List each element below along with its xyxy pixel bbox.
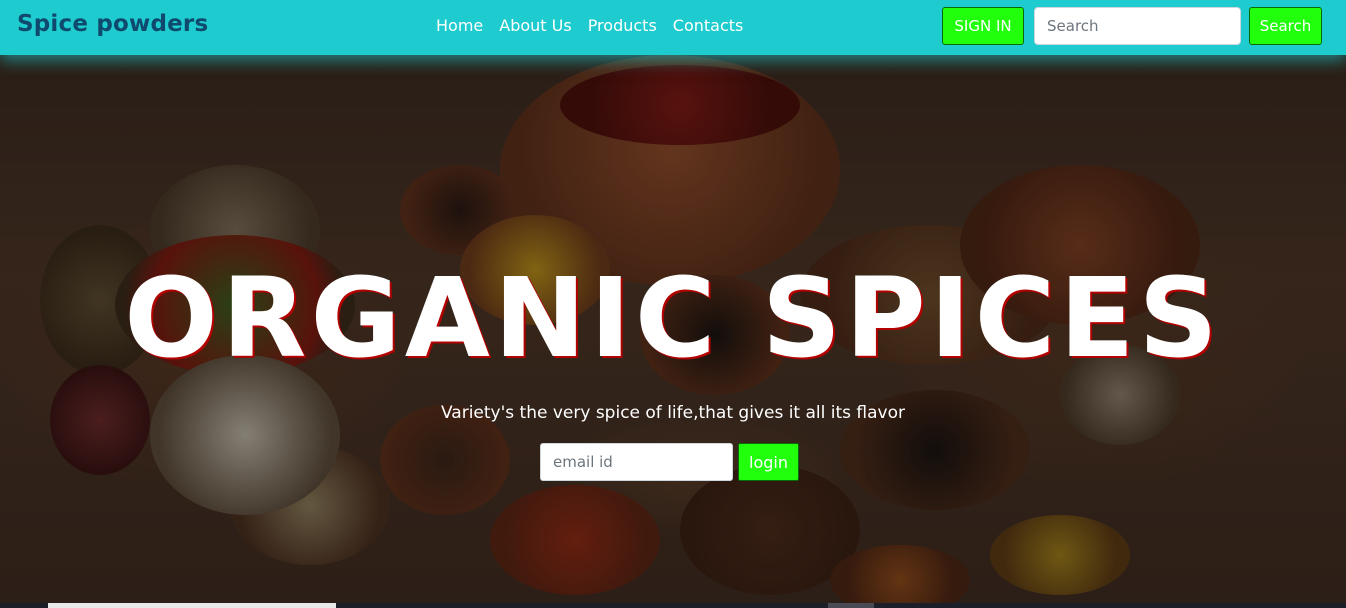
hero-title: ORGANIC SPICES	[124, 254, 1222, 382]
scroll-thumb[interactable]	[48, 603, 336, 608]
sign-in-button[interactable]: SIGN IN	[942, 7, 1024, 45]
nav-link-about-us[interactable]: About Us	[499, 16, 571, 35]
nav-link-contacts[interactable]: Contacts	[673, 16, 744, 35]
search-input[interactable]	[1034, 7, 1241, 45]
email-field[interactable]	[540, 443, 733, 481]
nav-link-products[interactable]: Products	[588, 16, 657, 35]
nav-link-home[interactable]: Home	[436, 16, 483, 35]
nav-links: Home About Us Products Contacts	[436, 16, 743, 35]
top-navbar: Spice powders Home About Us Products Con…	[0, 0, 1346, 55]
bottom-scroll-strip	[0, 603, 1346, 608]
brand-logo[interactable]: Spice powders	[17, 11, 208, 37]
login-button[interactable]: login	[738, 443, 799, 481]
hero-section: ORGANIC SPICES Variety's the very spice …	[0, 55, 1346, 608]
search-button[interactable]: Search	[1249, 7, 1322, 45]
strip-segment	[828, 603, 874, 608]
hero-subtitle: Variety's the very spice of life,that gi…	[440, 403, 905, 423]
